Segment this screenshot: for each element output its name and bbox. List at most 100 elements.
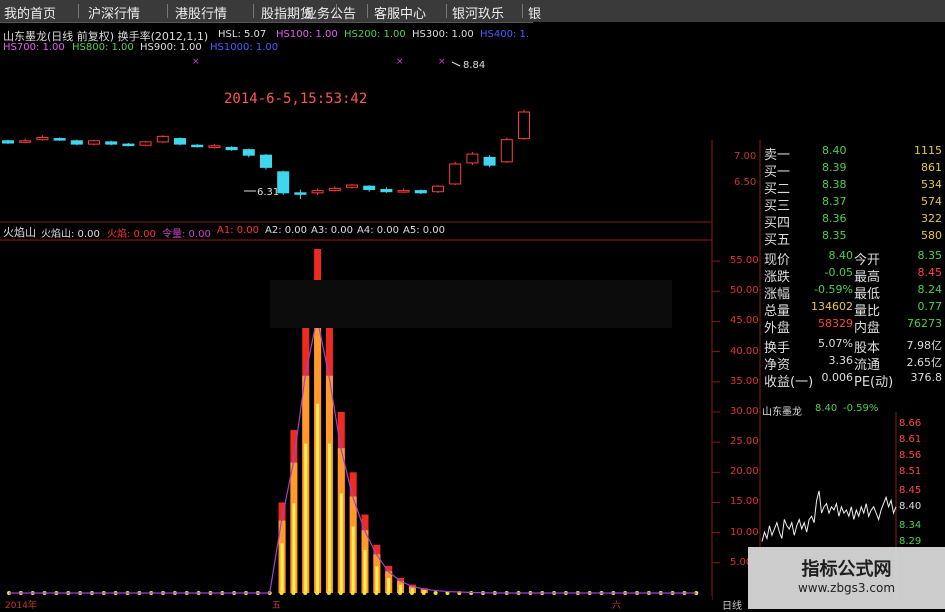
volcano-ytick: 25.00 bbox=[730, 436, 759, 448]
volcano-val: A4: 0.00 bbox=[357, 225, 400, 236]
mini-ytick: 8.61 bbox=[899, 434, 922, 446]
volcano-dot bbox=[398, 591, 403, 595]
candle-body bbox=[53, 138, 66, 141]
bid-volume: 534 bbox=[921, 178, 942, 191]
quote-stat-row: 总量 134602 量比 0.77 bbox=[762, 300, 945, 319]
bid-volume: 574 bbox=[921, 195, 942, 208]
stat-value: 0.77 bbox=[917, 300, 943, 313]
mini-stock-name: 山东墨龙 bbox=[762, 407, 802, 418]
volcano-dot bbox=[326, 591, 331, 595]
volcano-bar-core bbox=[280, 543, 284, 593]
volcano-ytick: 45.00 bbox=[730, 315, 759, 327]
candle-body bbox=[311, 190, 324, 194]
bid-volume: 580 bbox=[921, 229, 942, 242]
stat-value: 3.36 bbox=[828, 354, 854, 367]
candle-body bbox=[483, 156, 496, 166]
mini-stock-price: 8.40 bbox=[815, 403, 838, 414]
candle-body bbox=[225, 146, 238, 151]
volcano-bar-core bbox=[327, 443, 331, 593]
candle-body bbox=[88, 140, 100, 145]
x-axis-bar bbox=[0, 596, 712, 609]
period-tab[interactable]: 日线 bbox=[722, 597, 742, 612]
datetime-label: 2014-6-5,15:53:42 bbox=[224, 91, 368, 107]
stat-value: -0.59% bbox=[814, 283, 853, 296]
volcano-ytick: 15.00 bbox=[730, 496, 759, 508]
volcano-val: A1: 0.00 bbox=[217, 225, 260, 236]
candle-body bbox=[2, 140, 14, 144]
candle-body bbox=[466, 153, 479, 164]
volcano-bar-core bbox=[387, 578, 391, 593]
low-price-label: 6.31 bbox=[257, 187, 280, 198]
watermark-title: 指标公式网 bbox=[801, 559, 892, 580]
volcano-title: 火焰山 bbox=[3, 226, 36, 239]
order-book-row: 卖一 8.40 1115 bbox=[762, 144, 945, 163]
stat-value: 5.07% bbox=[818, 337, 853, 350]
quote-panel: 卖一 8.40 1115 买一 8.39 861 买二 8.38 534 买三 8.3… bbox=[762, 142, 945, 400]
candle-body bbox=[346, 184, 358, 188]
volcano-dot bbox=[291, 591, 296, 595]
stat-value: 2.65亿 bbox=[906, 356, 943, 369]
bid-label: 买五 bbox=[764, 233, 791, 248]
high-arrow bbox=[451, 61, 461, 67]
stat-label: 内盘 bbox=[854, 321, 881, 336]
marker-x: × bbox=[396, 57, 404, 67]
volcano-dot bbox=[350, 591, 355, 595]
candle-body bbox=[174, 138, 186, 145]
candle-body bbox=[122, 143, 135, 147]
volcano-ytick: 40.00 bbox=[730, 345, 759, 357]
volcano-dot bbox=[362, 591, 367, 595]
candle-body bbox=[277, 171, 290, 194]
bid-volume: 861 bbox=[921, 161, 942, 174]
bid-price: 8.35 bbox=[822, 229, 847, 242]
stat-label: 收益(一) bbox=[764, 375, 814, 390]
stat-value: 8.45 bbox=[917, 266, 943, 279]
marker-x: × bbox=[192, 57, 200, 67]
stat-value: 76273 bbox=[907, 317, 942, 330]
bid-volume: 1115 bbox=[914, 144, 942, 157]
stat-value: 8.24 bbox=[917, 283, 943, 296]
volcano-bar-core bbox=[351, 526, 355, 593]
volcano-val: A5: 0.00 bbox=[403, 225, 446, 236]
candle-body bbox=[518, 111, 530, 140]
candle-body bbox=[70, 140, 83, 145]
bid-price: 8.40 bbox=[822, 144, 847, 157]
candle-body bbox=[105, 141, 118, 145]
stat-label: PE(动) bbox=[854, 375, 894, 390]
mini-price-line bbox=[761, 490, 897, 542]
order-book-row: 买五 8.35 580 bbox=[762, 229, 945, 248]
quote-stat-row: 外盘 58329 内盘 76273 bbox=[762, 317, 945, 336]
volcano-bar-core bbox=[316, 403, 320, 593]
volcano-val: 火焰山: 0.00 bbox=[41, 229, 100, 240]
mini-ytick: 8.45 bbox=[899, 484, 922, 496]
volcano-bar-core bbox=[375, 566, 379, 593]
candle-body bbox=[432, 185, 444, 193]
bid-volume: 322 bbox=[921, 212, 942, 225]
volcano-bar-core bbox=[363, 549, 367, 593]
candle-body bbox=[414, 190, 427, 194]
quote-stat-row: 涨跌 -0.05 最高 8.45 bbox=[762, 266, 945, 285]
mini-ytick: 8.56 bbox=[899, 450, 922, 462]
candle-body bbox=[242, 149, 255, 156]
volcano-ytick: 20.00 bbox=[730, 466, 759, 478]
volcano-bar-core bbox=[304, 443, 308, 593]
volcano-ytick: 30.00 bbox=[730, 405, 759, 417]
high-price-label: 8.84 bbox=[463, 60, 486, 71]
stat-label: 外盘 bbox=[764, 321, 791, 336]
bid-price: 8.39 bbox=[822, 161, 847, 174]
quote-stat-row: 换手 5.07% 股本 7.98亿 bbox=[762, 337, 945, 356]
quote-stat-row: 涨幅 -0.59% 最低 8.24 bbox=[762, 283, 945, 302]
candle-body bbox=[397, 190, 410, 193]
mini-ytick: 8.51 bbox=[899, 465, 922, 477]
mini-ytick: 8.34 bbox=[899, 519, 922, 531]
volcano-val: 令量: 0.00 bbox=[162, 229, 211, 240]
quote-stat-row: 现价 8.40 今开 8.35 bbox=[762, 249, 945, 268]
blank-region bbox=[533, 22, 945, 140]
order-book-row: 买二 8.38 534 bbox=[762, 178, 945, 197]
volcano-dot bbox=[409, 591, 414, 595]
volcano-bar-core bbox=[339, 493, 343, 593]
kline-ytick: 7.00 bbox=[734, 151, 757, 162]
volcano-bar-core bbox=[292, 503, 296, 593]
stat-value: 0.006 bbox=[821, 371, 854, 384]
volcano-dot bbox=[374, 591, 379, 595]
candle-body bbox=[19, 140, 32, 143]
